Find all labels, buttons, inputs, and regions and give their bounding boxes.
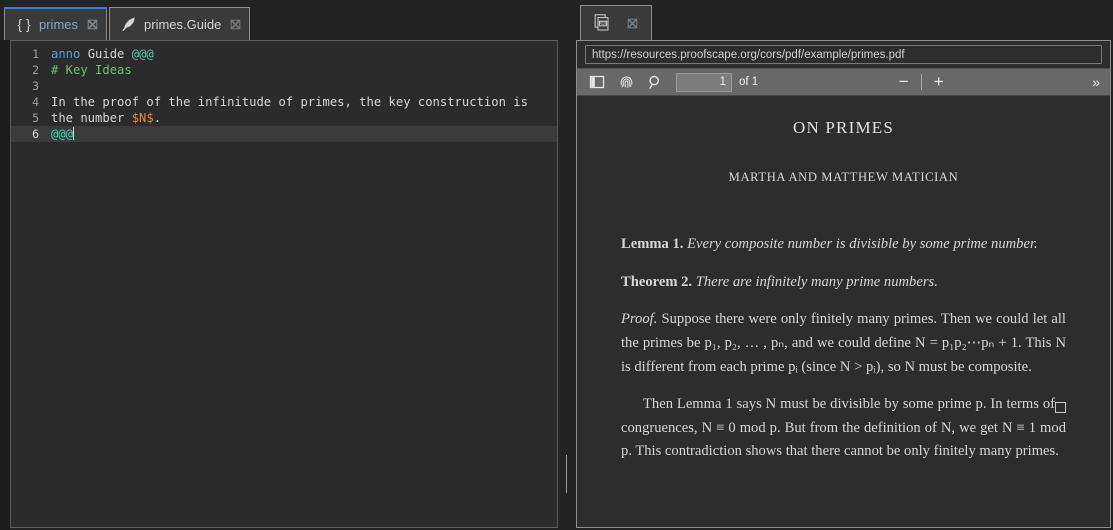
code-token: @@@: [51, 127, 74, 141]
pdf-file-icon: PDF: [593, 14, 612, 33]
proof-text-1: Suppose there were only finitely many pr…: [621, 311, 1066, 375]
line-number: 4: [32, 95, 39, 109]
code-token: $N$: [131, 111, 154, 125]
code-token: @@@: [131, 47, 154, 61]
line-number: 1: [32, 47, 39, 61]
quill-icon: [120, 15, 138, 33]
pdf-toolbar: of 1 − + »: [577, 68, 1110, 96]
code-area[interactable]: anno Guide @@@ # Key Ideas In the proof o…: [45, 41, 557, 527]
proof-text-2: Then Lemma 1 says N must be divisible by…: [621, 396, 1066, 460]
lemma-block: Lemma 1. Every composite number is divis…: [607, 233, 1080, 257]
pdf-url-row: [577, 41, 1110, 68]
sidebar-toggle-icon[interactable]: [585, 71, 609, 93]
code-line[interactable]: In the proof of the infinitude of primes…: [45, 94, 557, 110]
tab-label: primes: [39, 16, 79, 32]
editor-panel: { } primes primes.Guide 1 2 3 4 5 6 anno…: [0, 0, 560, 530]
pdf-panel: PDF https://resources.proofscape.org/cor…: [574, 0, 1113, 530]
left-edge-strip: [0, 40, 10, 530]
tab-pdf[interactable]: PDF: [580, 5, 652, 40]
braces-icon: { }: [17, 16, 31, 32]
code-token: # Key Ideas: [51, 63, 132, 77]
close-icon[interactable]: [229, 18, 242, 31]
code-line[interactable]: anno Guide @@@: [45, 46, 557, 62]
code-line[interactable]: @@@: [45, 126, 557, 142]
pdf-page-canvas[interactable]: ON PRIMES MARTHA AND MATTHEW MATICIAN Le…: [577, 96, 1110, 527]
theorem-label: Theorem 2.: [621, 273, 693, 290]
tab-primes-guide[interactable]: primes.Guide: [109, 7, 251, 40]
line-number: 5: [32, 111, 39, 125]
line-number-gutter: 1 2 3 4 56: [11, 41, 45, 527]
code-token: .: [153, 111, 162, 125]
editor-tabbar: { } primes primes.Guide: [0, 0, 560, 40]
qed-box: [1055, 402, 1066, 414]
code-editor[interactable]: 123456 anno Guide @@@ # Key Ideas In the …: [10, 40, 558, 528]
line-number: 6: [11, 126, 45, 142]
line-number: 3: [32, 79, 39, 93]
tab-primes[interactable]: { } primes: [4, 7, 108, 40]
proof-label: Proof.: [621, 311, 658, 328]
close-icon[interactable]: [626, 17, 639, 30]
page-total-label: of 1: [739, 76, 759, 88]
text-caret: [73, 127, 75, 140]
lemma-text: Every composite number is divisible by s…: [687, 236, 1038, 252]
page-number-input[interactable]: [676, 72, 732, 92]
search-icon[interactable]: [643, 71, 667, 93]
code-token: anno: [51, 47, 81, 61]
lemma-label: Lemma 1.: [621, 236, 684, 252]
zoom-out-button[interactable]: −: [893, 73, 915, 91]
document-authors: MARTHA AND MATTHEW MATICIAN: [728, 170, 959, 184]
panel-splitter[interactable]: [560, 0, 574, 530]
proof-paragraph-1: Proof. Suppose there were only finitely …: [607, 308, 1080, 379]
code-token: the number: [51, 111, 132, 125]
close-icon[interactable]: [86, 18, 99, 31]
code-token: In the proof of the infinitude of primes…: [51, 95, 528, 109]
chevron-double-right-icon[interactable]: »: [1090, 73, 1102, 91]
proofscape-ide-window: { } primes primes.Guide 1 2 3 4 5 6 anno…: [0, 0, 1113, 530]
code-line[interactable]: [45, 78, 557, 94]
line-number: 2: [32, 63, 39, 77]
zoom-in-button[interactable]: +: [928, 73, 950, 91]
fingerprint-icon[interactable]: [614, 71, 638, 93]
tab-label: primes.Guide: [144, 16, 222, 32]
proof-paragraph-2: Then Lemma 1 says N must be divisible by…: [607, 393, 1080, 464]
svg-text:PDF: PDF: [598, 21, 607, 26]
code-token: Guide: [80, 47, 132, 61]
pdf-viewer: of 1 − + » ON PRIMES MARTHA AND MATTHEW …: [576, 40, 1111, 528]
pdf-tabbar: PDF: [574, 0, 1113, 40]
code-line[interactable]: the number $N$.: [45, 110, 557, 126]
toolbar-divider: [920, 74, 922, 90]
splitter-grip[interactable]: [566, 455, 567, 493]
pdf-url-input[interactable]: [585, 45, 1102, 64]
code-line[interactable]: # Key Ideas: [45, 62, 557, 78]
theorem-block: Theorem 2. There are infinitely many pri…: [607, 271, 1080, 295]
theorem-text: There are infinitely many prime numbers.: [695, 273, 938, 290]
document-title: ON PRIMES: [792, 118, 894, 137]
